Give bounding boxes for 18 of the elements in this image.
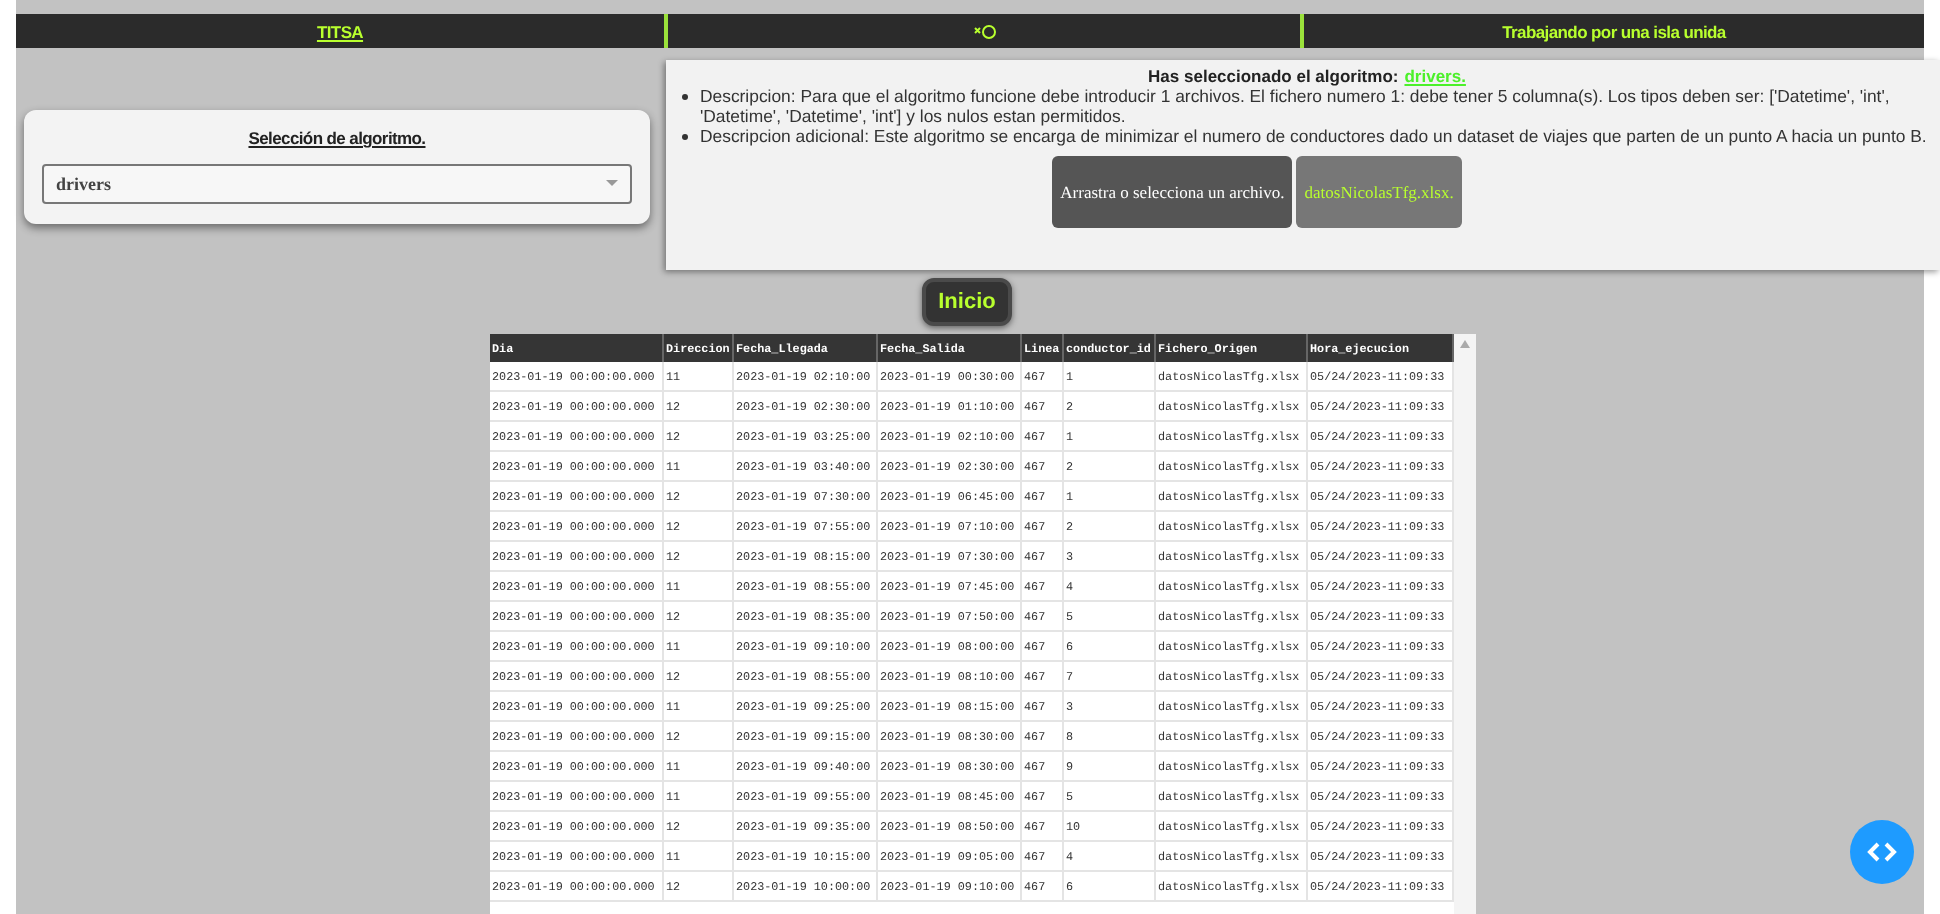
start-button[interactable]: Inicio <box>922 278 1012 326</box>
selector-title: Selección de algoritmo. <box>248 128 426 148</box>
caret-icon <box>606 180 618 188</box>
algorithm-name: drivers. <box>1404 66 1466 86</box>
scroll-up-icon[interactable] <box>1460 340 1470 348</box>
code-icon <box>1866 840 1898 864</box>
brand-link[interactable]: TITSA <box>316 21 364 41</box>
info-heading: Has seleccionado el algoritmo: <box>1148 66 1399 86</box>
bullet-icon <box>682 134 688 140</box>
description: Descripcion: Para que el algoritmo funcione debe introducir 1 archivos. El fichero numero 1: debe tener 5 columna(s). Los tipos deben ser: ['Datetime', 'int', 'Datetime', 'Datetime', 'int'] y los nulos estan permitidos. <box>700 86 1892 126</box>
slogan: Trabajando por una isla unida <box>1502 21 1726 41</box>
file-chip[interactable]: datosNicolasTfg.xlsx. <box>1296 156 1462 228</box>
algorithm-select[interactable]: drivers <box>42 164 632 204</box>
bullet-icon <box>682 94 688 100</box>
upload-button[interactable]: Arrastra o selecciona un archivo. <box>1052 156 1293 228</box>
code-button[interactable] <box>1850 820 1914 884</box>
description: Descripcion adicional: Este algoritmo se encarga de minimizar el numero de conductores dado un dataset de viajes que parten de un punto A hacia un punto B. <box>700 126 1927 146</box>
logo-icon <box>973 23 995 39</box>
